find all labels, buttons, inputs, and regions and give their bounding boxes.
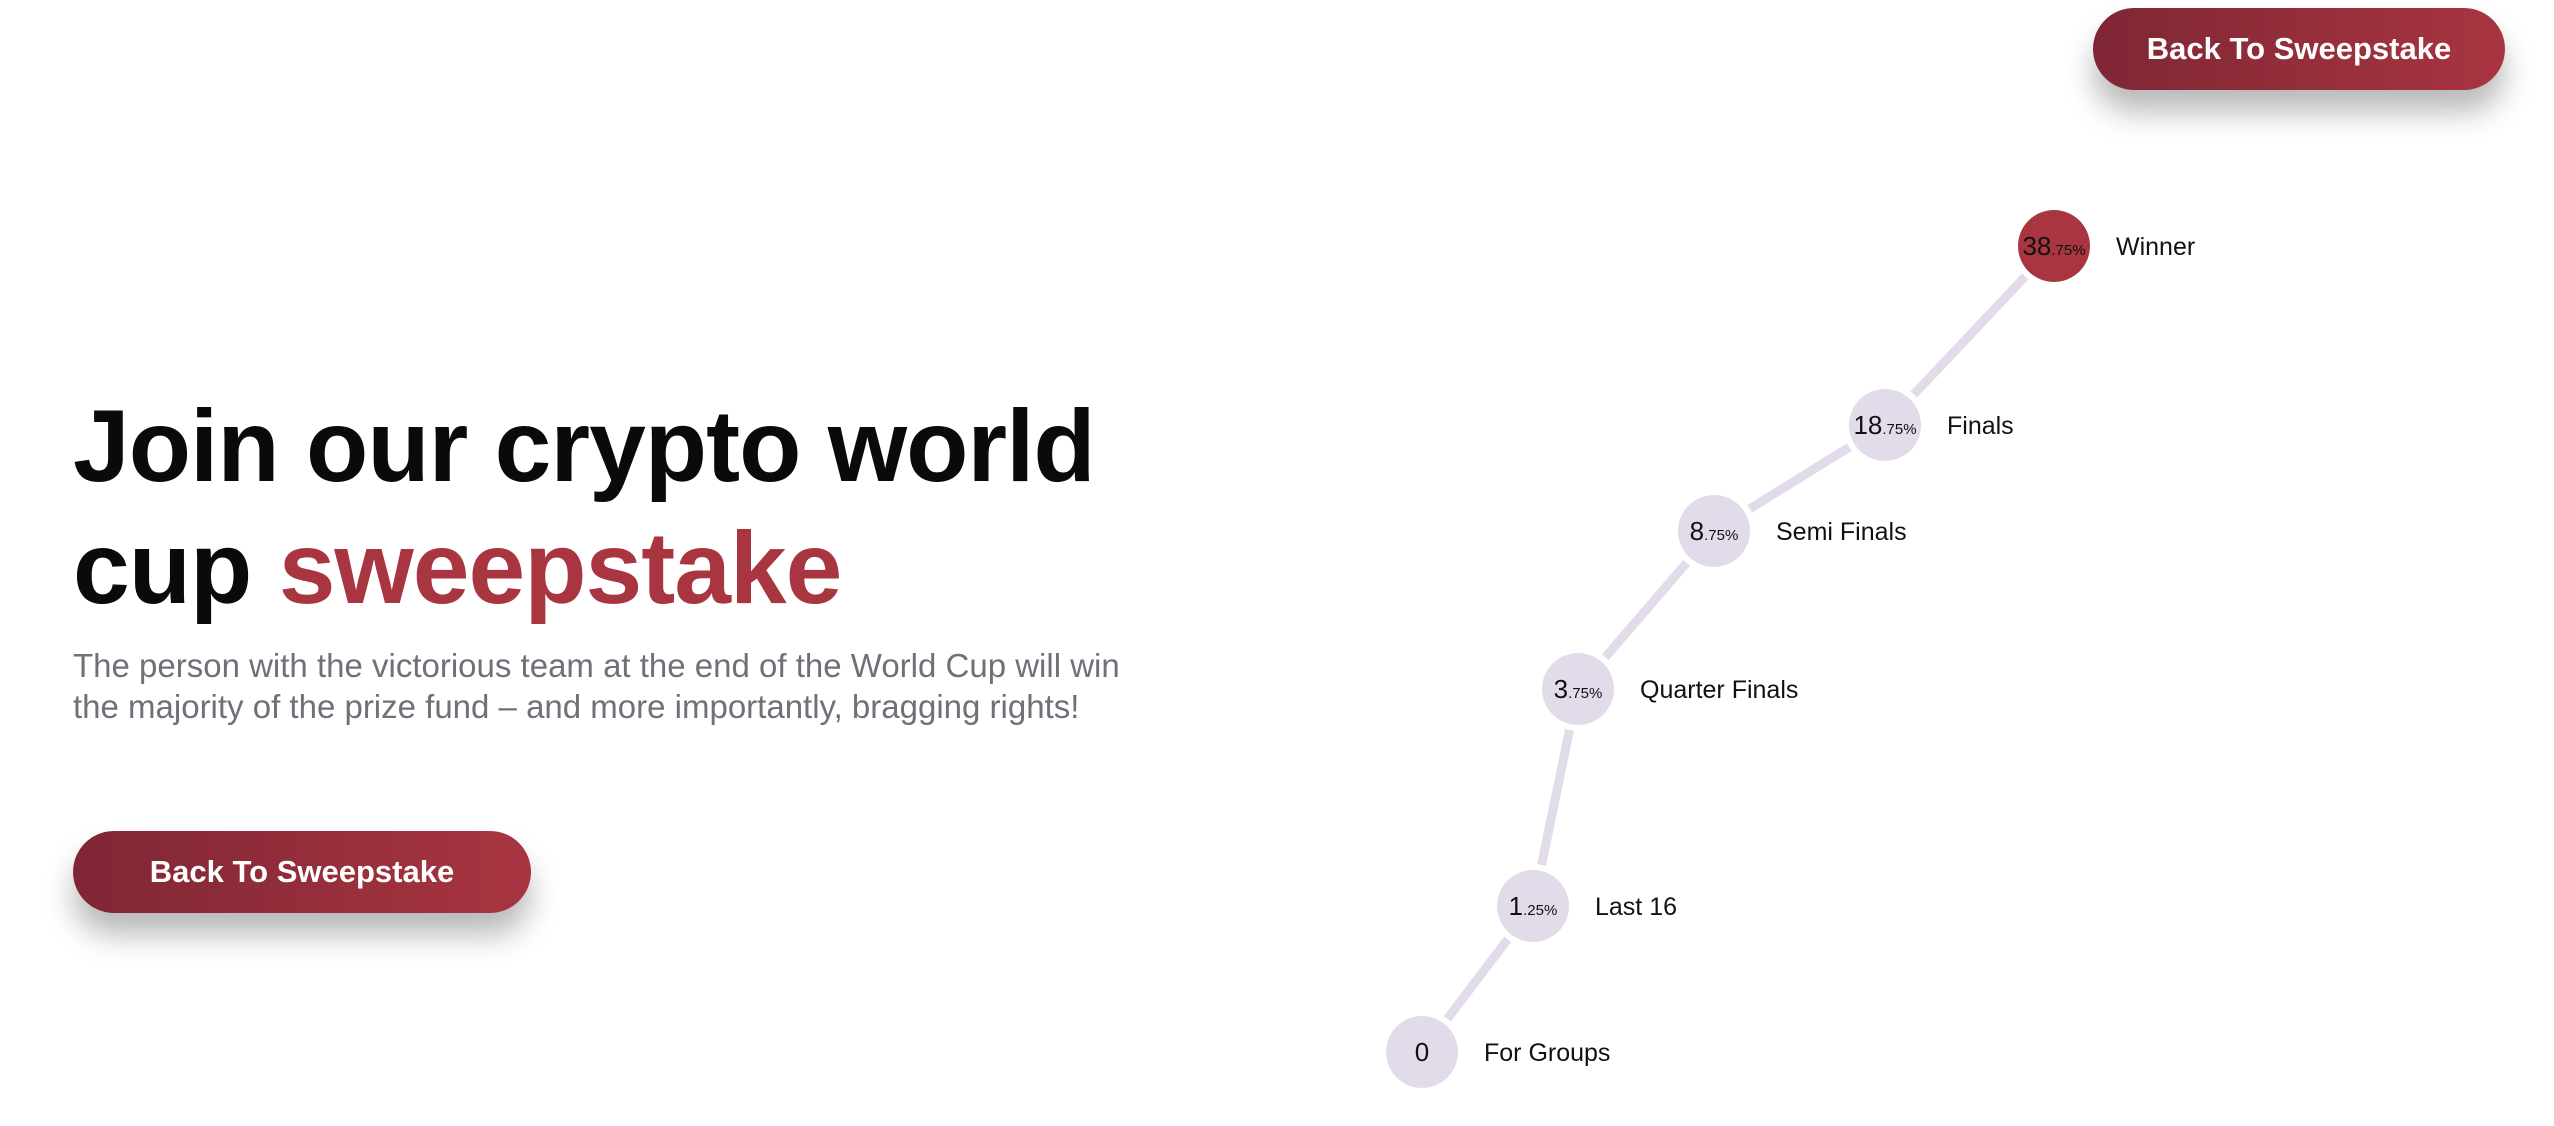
stage-label: Winner: [2116, 233, 2195, 261]
stage-label: For Groups: [1484, 1039, 1610, 1067]
ladder-node: 8.75% Semi Finals: [1672, 489, 1907, 573]
percentage-fraction: .25%: [1523, 902, 1557, 919]
ladder-node: 18.75% Finals: [1843, 383, 2014, 467]
ladder-node: 3.75% Quarter Finals: [1536, 647, 1798, 731]
percentage-whole: 38: [2022, 231, 2051, 261]
percentage-whole: 8: [1690, 516, 1704, 546]
percentage-whole: 0: [1415, 1037, 1429, 1067]
stage-label: Semi Finals: [1776, 518, 1907, 546]
percentage-fraction: .75%: [1882, 421, 1916, 438]
percentage-whole: 18: [1853, 410, 1882, 440]
percentage-fraction: .75%: [1704, 527, 1738, 544]
percentage-fraction: .75%: [1568, 685, 1602, 702]
percentage-whole: 3: [1554, 674, 1568, 704]
stage-label: Last 16: [1595, 893, 1677, 921]
prize-ladder: 0 For Groups1.25% Last 163.75% Quarter Fina…: [1380, 204, 2195, 1094]
stage-label: Quarter Finals: [1640, 676, 1798, 704]
percentage-fraction: .75%: [2051, 242, 2085, 259]
node-percentage: 0: [1415, 1037, 1429, 1067]
ladder-node: 0 For Groups: [1380, 1010, 1610, 1094]
percentage-whole: 1: [1509, 891, 1523, 921]
ladder-node: 1.25% Last 16: [1491, 864, 1677, 948]
stage-label: Finals: [1947, 412, 2014, 440]
ladder-node: 38.75% Winner: [2012, 204, 2195, 288]
